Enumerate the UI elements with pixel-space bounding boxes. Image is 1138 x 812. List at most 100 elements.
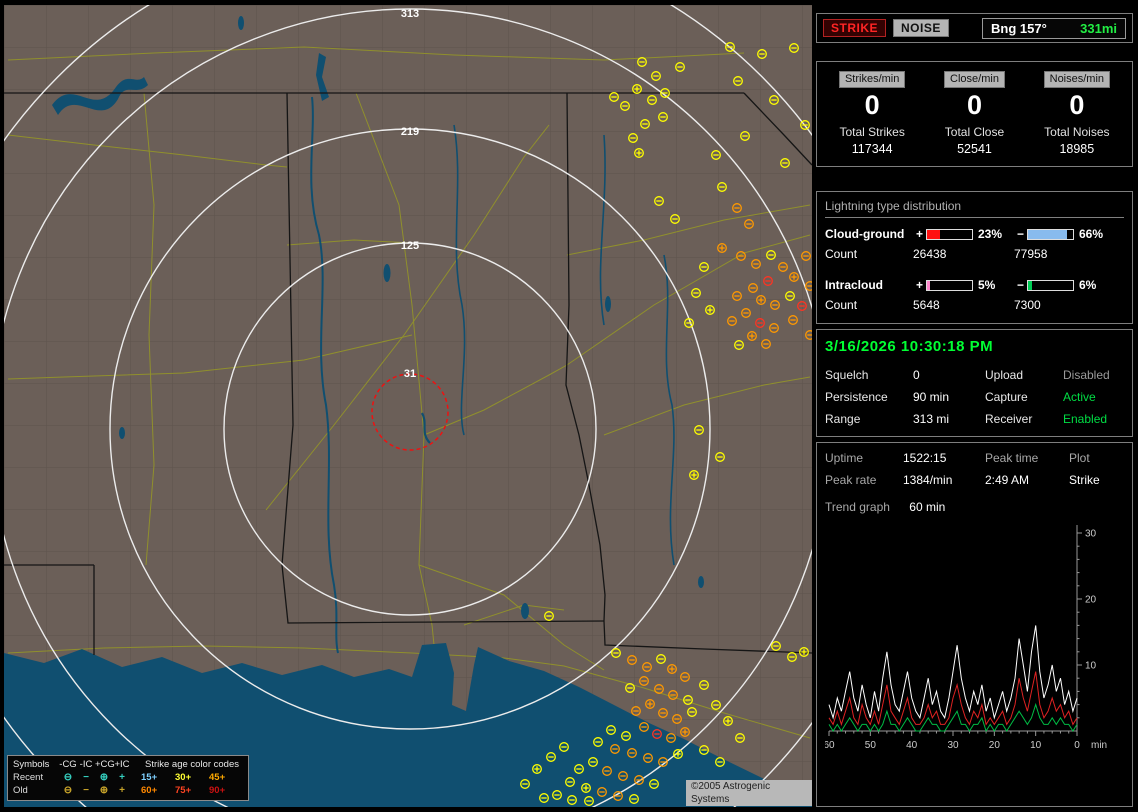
- map-canvas[interactable]: 313 219 125 31: [4, 5, 812, 807]
- trend-x-tick-label: 30: [947, 740, 959, 751]
- minus-sign: −: [1014, 227, 1027, 241]
- range-label: Range: [825, 412, 913, 426]
- total-strikes-value: 117344: [852, 142, 893, 156]
- strikes-rate-column: Strikes/min 0 Total Strikes 117344: [821, 71, 923, 156]
- cg-minus-bar: [1027, 229, 1074, 240]
- cg-plus-bar: [926, 229, 973, 240]
- legend-age-code: 30+: [175, 771, 209, 784]
- ic-plus-count: 5648: [913, 298, 1014, 312]
- plus-sign: +: [913, 227, 926, 241]
- trend-y-tick-label: 30: [1085, 529, 1097, 540]
- stats-trend-panel: Uptime 1522:15 Peak time Plot Peak rate …: [816, 442, 1133, 807]
- legend-row: Recent⊖−⊕+15+30+45+: [13, 771, 243, 784]
- settings-grid: Squelch 0 Upload Disabled Persistence 90…: [825, 368, 1124, 426]
- rates-panel: Strikes/min 0 Total Strikes 117344 Close…: [816, 61, 1133, 167]
- distribution-title: Lightning type distribution: [825, 199, 1124, 218]
- upload-status: Disabled: [1063, 368, 1124, 382]
- legend-symbol-icon: ⊖: [59, 771, 77, 784]
- legend-row-label: Recent: [13, 771, 59, 784]
- distribution-panel: Lightning type distribution Cloud-ground…: [816, 191, 1133, 324]
- strikes-per-min-chip: Strikes/min: [839, 71, 905, 88]
- squelch-value: 0: [913, 368, 985, 382]
- range-label-313: 313: [401, 8, 419, 20]
- close-per-min-value: 0: [967, 88, 982, 122]
- legend-type-neg-cg: -CG: [59, 758, 77, 771]
- receiver-label: Receiver: [985, 412, 1063, 426]
- receiver-status: Enabled: [1063, 412, 1124, 426]
- lightning-map[interactable]: 313 219 125 31 Symbols -CG -IC +CG +IC S…: [4, 5, 812, 807]
- legend-age-code: 75+: [175, 784, 209, 797]
- legend-symbol-icon: +: [113, 771, 131, 784]
- total-close-value: 52541: [957, 142, 992, 156]
- total-noises-label: Total Noises: [1044, 125, 1109, 139]
- mode-panel: STRIKE NOISE Bng 157° 331mi: [816, 13, 1133, 43]
- legend-row: Old⊖−⊕+60+75+90+: [13, 784, 243, 797]
- cloud-ground-label: Cloud-ground: [825, 227, 913, 241]
- copyright-notice: ©2005 Astrogenic Systems: [686, 780, 812, 806]
- distribution-grid: Cloud-ground + 23% − 66% Count 26438 779…: [825, 227, 1124, 312]
- legend-age-title: Strike age color codes: [141, 758, 243, 771]
- legend-type-pos-ic: +IC: [113, 758, 131, 771]
- legend-symbols-header: Symbols: [13, 758, 59, 771]
- legend-age-code: 15+: [141, 771, 175, 784]
- noise-mode-button[interactable]: NOISE: [893, 19, 949, 37]
- trend-x-tick-label: 40: [906, 740, 918, 751]
- range-value: 313 mi: [913, 412, 985, 426]
- noises-per-min-value: 0: [1069, 88, 1084, 122]
- datetime-display: 3/16/2026 10:30:18 PM: [825, 338, 1124, 355]
- ic-minus-bar: [1027, 280, 1074, 291]
- peak-rate-value: 1384/min: [903, 473, 985, 487]
- distribution-spacer: [825, 267, 1113, 272]
- map-legend: Symbols -CG -IC +CG +IC Strike age color…: [7, 755, 249, 801]
- uptime-value: 1522:15: [903, 451, 985, 465]
- legend-age-code: 90+: [209, 784, 243, 797]
- ic-minus-bar-fill: [1028, 281, 1032, 290]
- ic-plus-pct: 5%: [978, 278, 1014, 292]
- bearing-value: Bng 157°: [991, 21, 1047, 36]
- minus-sign: −: [1014, 278, 1027, 292]
- trend-graph-range: 60 min: [909, 500, 945, 514]
- legend-symbol-icon: +: [113, 784, 131, 797]
- cg-minus-pct: 66%: [1079, 227, 1113, 241]
- trend-x-tick-label: 0: [1074, 740, 1080, 751]
- trend-graph-header: Trend graph 60 min: [825, 500, 1124, 514]
- trend-graph-chart: 1020306050403020100min: [825, 519, 1125, 767]
- ic-minus-pct: 6%: [1079, 278, 1113, 292]
- trend-x-tick-label: 60: [825, 740, 835, 751]
- ic-plus-bar: [926, 280, 973, 291]
- trend-x-unit-label: min: [1091, 740, 1107, 751]
- close-per-min-chip: Close/min: [944, 71, 1005, 88]
- sidebar: STRIKE NOISE Bng 157° 331mi Strikes/min …: [816, 5, 1133, 807]
- persistence-label: Persistence: [825, 390, 913, 404]
- trend-x-tick-label: 50: [865, 740, 877, 751]
- legend-symbol-icon: ⊕: [95, 771, 113, 784]
- cg-plus-pct: 23%: [978, 227, 1014, 241]
- ic-minus-count: 7300: [1014, 298, 1113, 312]
- legend-row-label: Old: [13, 784, 59, 797]
- capture-label: Capture: [985, 390, 1063, 404]
- ic-plus-bar-fill: [927, 281, 930, 290]
- range-label-219: 219: [401, 126, 419, 138]
- plot-value: Strike: [1069, 473, 1124, 487]
- legend-symbol-icon: ⊖: [59, 784, 77, 797]
- upload-label: Upload: [985, 368, 1063, 382]
- legend-age-code: 60+: [141, 784, 175, 797]
- peak-rate-label: Peak rate: [825, 473, 903, 487]
- trend-graph-label: Trend graph: [825, 500, 890, 514]
- plus-sign: +: [913, 278, 926, 292]
- trend-x-tick-label: 20: [989, 740, 1001, 751]
- ic-count-label: Count: [825, 298, 913, 312]
- peak-time-value: 2:49 AM: [985, 473, 1069, 487]
- bearing-distance: 331mi: [1080, 21, 1117, 36]
- cg-plus-bar-fill: [927, 230, 940, 239]
- capture-status: Active: [1063, 390, 1124, 404]
- cg-count-label: Count: [825, 247, 913, 261]
- legend-symbol-icon: −: [77, 771, 95, 784]
- strike-mode-button[interactable]: STRIKE: [823, 19, 886, 37]
- legend-rows: Recent⊖−⊕+15+30+45+Old⊖−⊕+60+75+90+: [13, 771, 243, 797]
- range-label-31: 31: [404, 368, 416, 380]
- bearing-readout: Bng 157° 331mi: [982, 18, 1126, 39]
- total-noises-value: 18985: [1059, 142, 1094, 156]
- intracloud-label: Intracloud: [825, 278, 913, 292]
- status-panel: 3/16/2026 10:30:18 PM Squelch 0 Upload D…: [816, 329, 1133, 437]
